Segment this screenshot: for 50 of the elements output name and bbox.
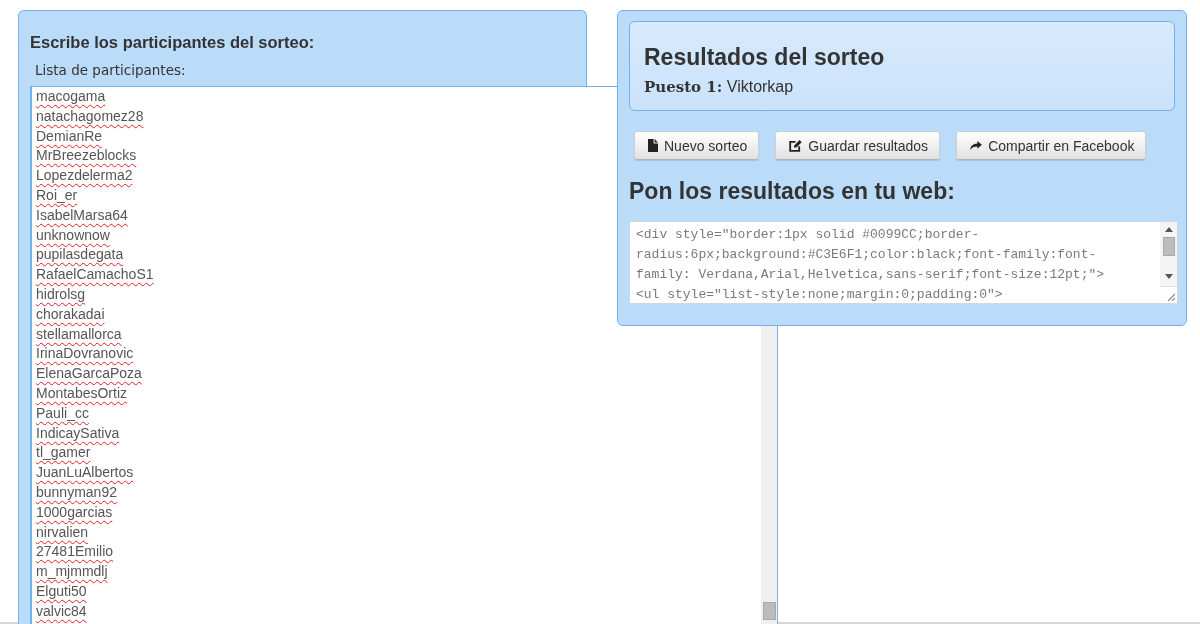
participant-name: Lopezdelerma2 xyxy=(36,166,133,186)
participant-name: Roi_er xyxy=(36,186,78,205)
participant-name: m_mjmmdlj xyxy=(36,562,108,582)
file-icon xyxy=(648,139,658,152)
participant-name: IsabelMarsa64 xyxy=(36,205,128,225)
code-line: <div style="border:1px solid #0099CC;border- xyxy=(636,226,980,244)
code-line: family: Verdana,Arial,Helvetica,sans-serif;font-size:12pt;"> xyxy=(636,266,1105,284)
new-draw-button[interactable]: Nuevo sorteo xyxy=(634,131,760,160)
resize-grip-icon[interactable] xyxy=(1167,293,1175,301)
participant-name: JuanLuAlbertos xyxy=(36,463,134,483)
scroll-up-icon[interactable] xyxy=(1164,227,1173,232)
participant-name: macogama xyxy=(36,87,106,106)
code-line: <ul style="list-style:none;margin:0;padding:0"> xyxy=(636,286,1003,303)
scrollbar[interactable] xyxy=(761,325,777,624)
save-results-button[interactable]: Guardar resultados xyxy=(775,131,941,160)
participant-name: MontabesOrtiz xyxy=(36,383,128,403)
scrollbar[interactable] xyxy=(1160,222,1177,303)
participant-name: 27481Emilio xyxy=(36,542,114,562)
edit-icon xyxy=(789,139,803,152)
participant-name: nirvalien xyxy=(36,522,89,542)
participant-name: stellamallorca xyxy=(36,324,122,344)
field-label: Lista de participantes: xyxy=(35,61,186,79)
code-line: radius:6px;background:#C3E6F1;color:black;font-family:font- xyxy=(636,246,1097,264)
share-button[interactable]: Compartir en Facebook xyxy=(956,131,1147,160)
participant-name: hidrolsg xyxy=(36,284,86,304)
participant-name: RafaelCamachoS1 xyxy=(36,265,154,285)
participant-name: valvic84 xyxy=(36,601,87,621)
participant-name: 1000garcias xyxy=(36,502,113,522)
participant-name: Elguti50 xyxy=(36,581,87,601)
participant-name: unknownow xyxy=(36,225,110,245)
section-heading: Pon los resultados en tu web: xyxy=(629,177,955,206)
participant-name: chorakadai xyxy=(36,304,105,324)
participant-name: MrBreezeblocks xyxy=(36,146,137,166)
embed-code-field[interactable] xyxy=(629,221,1178,304)
participant-name: pupilasdegata xyxy=(36,245,124,265)
scroll-down-icon[interactable] xyxy=(1164,274,1173,279)
participant-name: ElenaGarcaPoza xyxy=(36,364,142,384)
participant-name: Pauli_cc xyxy=(36,403,89,423)
section-heading: Escribe los participantes del sorteo: xyxy=(30,32,315,52)
scrollbar-thumb[interactable] xyxy=(762,602,776,620)
participant-name: IrinaDovranovic xyxy=(36,344,134,364)
results-title: Resultados del sorteo xyxy=(644,43,885,71)
participant-name: natachagomez28 xyxy=(36,106,144,126)
result-line: Puesto 1: Viktorkap xyxy=(644,77,794,97)
participant-name: tl_gamer xyxy=(36,443,91,463)
participant-name: IndicaySativa xyxy=(36,423,120,443)
participant-name: bunnyman92 xyxy=(36,482,117,502)
participant-name: DemianRe xyxy=(36,126,103,146)
share-icon xyxy=(970,141,983,150)
scrollbar-thumb[interactable] xyxy=(1162,237,1175,256)
